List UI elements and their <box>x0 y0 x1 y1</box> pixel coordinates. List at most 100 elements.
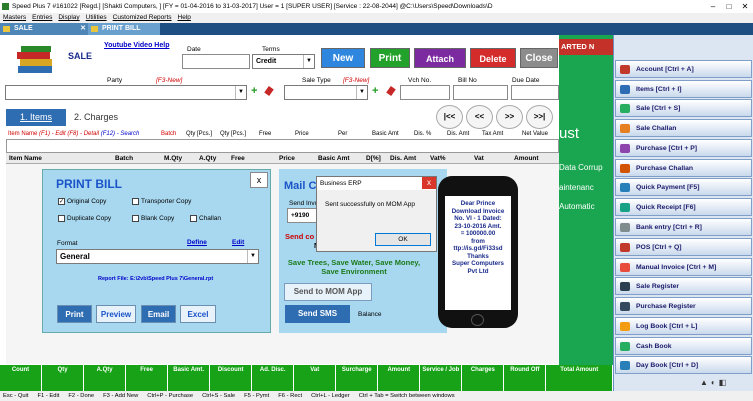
sidebar-item-purchase-challan[interactable]: Purchase Challan <box>615 159 752 177</box>
mobile-number-field[interactable]: +9190 <box>287 208 317 223</box>
last-record-button[interactable]: >>| <box>526 105 553 129</box>
add-sale-type-icon[interactable]: + <box>372 85 378 97</box>
tray-icons[interactable]: ▲◐◧ <box>700 378 729 387</box>
format-select[interactable]: General ▼ <box>56 249 259 264</box>
menu-masters[interactable]: Masters <box>3 13 26 23</box>
sidebar-item-purchase[interactable]: Purchase [Ctrl + P] <box>615 139 752 157</box>
delete-button[interactable]: Delete <box>470 48 516 68</box>
dialog-close-button[interactable]: x <box>422 177 436 189</box>
first-record-button[interactable]: |<< <box>436 105 463 129</box>
send-sms-button[interactable]: Send SMS <box>285 305 350 323</box>
send-co-label: Send co <box>285 232 315 241</box>
phone-screen: Dear Prince Download Invoice No. VI - 1 … <box>445 196 511 310</box>
tab-print-bill-label: PRINT BILL <box>102 25 141 32</box>
entry-free-label: Free <box>259 131 272 137</box>
sidebar-item-manual-invoice[interactable]: Manual Invoice [Ctrl + M] <box>615 258 752 276</box>
due-date-field[interactable] <box>511 85 559 100</box>
entry-dis-amt-label: Dis. Amt <box>447 131 470 137</box>
sidebar-label: Sale Register <box>636 283 680 290</box>
sidebar-label: Purchase Register <box>636 303 696 310</box>
close-button[interactable]: Close <box>520 48 558 68</box>
vch-no-field[interactable] <box>400 85 450 100</box>
transporter-copy-checkbox[interactable] <box>132 198 139 205</box>
cash-book-icon <box>620 342 630 351</box>
tab-sale[interactable]: SALE ✕ <box>0 23 88 35</box>
terms-label: Terms <box>262 46 280 53</box>
col-vat: Vat <box>474 155 484 162</box>
background-ad-panel: ARTED N ust Data Corrup aintenanc Automa… <box>559 35 613 365</box>
menu-display[interactable]: Display <box>58 13 79 23</box>
sidebar-item-quick-payment[interactable]: Quick Payment [F5] <box>615 178 752 196</box>
minimize-button[interactable]: – <box>705 0 721 13</box>
sidebar-item-pos[interactable]: POS [Ctrl + Q] <box>615 238 752 256</box>
challan-checkbox[interactable] <box>190 215 197 222</box>
item-entry-row[interactable] <box>6 139 559 153</box>
status-purchase: Ctrl+P - Purchase <box>147 393 194 399</box>
party-select[interactable]: ▼ <box>5 85 247 100</box>
preview-button[interactable]: Preview <box>96 305 136 323</box>
party-hint: [F3-New] <box>156 77 183 84</box>
attach-button[interactable]: Attach <box>414 48 466 68</box>
sidebar-item-day-book[interactable]: Day Book [Ctrl + D] <box>615 356 752 374</box>
sidebar-item-quick-receipt[interactable]: Quick Receipt [F6] <box>615 198 752 216</box>
tab-items[interactable]: 1. Items <box>6 109 66 126</box>
menu-utilities[interactable]: Utilities <box>86 13 107 23</box>
bill-no-field[interactable] <box>453 85 508 100</box>
sidebar-item-items[interactable]: Items [Ctrl + I] <box>615 80 752 98</box>
sms-line: Dear Prince <box>460 200 496 207</box>
sidebar-label: Log Book [Ctrl + L] <box>636 323 698 330</box>
previous-record-button[interactable]: << <box>466 105 493 129</box>
new-button[interactable]: New <box>321 48 365 68</box>
total-vat: Vat <box>294 365 337 391</box>
total-basic-amt: Basic Amt. <box>168 365 211 391</box>
tab-print-bill[interactable]: PRINT BILL <box>88 23 160 35</box>
original-copy-label: Original Copy <box>67 198 107 205</box>
menu-customized-reports[interactable]: Customized Reports <box>113 13 172 23</box>
sidebar-item-cash-book[interactable]: Cash Book <box>615 337 752 355</box>
menu-help[interactable]: Help <box>178 13 191 23</box>
email-button[interactable]: Email <box>141 305 176 323</box>
print-bill-close-button[interactable]: x <box>250 172 268 188</box>
original-copy-checkbox[interactable]: ✓ <box>58 198 65 205</box>
sidebar-label: Sale [Ctrl + S] <box>636 105 681 112</box>
blank-copy-checkbox[interactable] <box>132 215 139 222</box>
entry-tax-amt-label: Tax Amt <box>482 131 504 137</box>
entry-batch-label: Batch <box>161 131 177 137</box>
tab-charges[interactable]: 2. Charges <box>74 112 118 122</box>
sms-line: Thanks <box>467 252 489 260</box>
next-record-button[interactable]: >> <box>496 105 523 129</box>
sidebar-item-sale-register[interactable]: Sale Register <box>615 277 752 295</box>
menu-entries[interactable]: Entries <box>32 13 52 23</box>
maximize-button[interactable]: □ <box>721 0 737 13</box>
youtube-help-link[interactable]: Youtube Video Help <box>104 42 169 49</box>
sidebar-item-bank-entry[interactable]: Bank entry [Ctrl + R] <box>615 218 752 236</box>
dialog-ok-button[interactable]: OK <box>375 233 431 246</box>
send-to-mom-app-button[interactable]: Send to MOM App <box>284 283 372 301</box>
sms-line: Pvt Ltd <box>467 267 489 275</box>
edit-link[interactable]: Edit <box>232 239 244 246</box>
add-party-icon[interactable]: + <box>251 85 257 97</box>
excel-button[interactable]: Excel <box>180 305 216 323</box>
close-window-button[interactable]: ✕ <box>737 0 753 13</box>
sale-type-select[interactable]: ▼ <box>284 85 368 100</box>
print-bill-print-button[interactable]: Print <box>57 305 92 323</box>
vch-no-label: Vch No. <box>408 77 432 84</box>
sidebar-item-sale[interactable]: Sale [Ctrl + S] <box>615 99 752 117</box>
total-qty: Qty <box>42 365 85 391</box>
bill-no-label: Bill No <box>458 77 477 84</box>
sms-line: Super Computers <box>452 260 504 267</box>
sidebar-item-purchase-register[interactable]: Purchase Register <box>615 297 752 315</box>
sidebar-label: Bank entry [Ctrl + R] <box>636 224 702 231</box>
duplicate-copy-checkbox[interactable] <box>58 215 65 222</box>
status-edit: F1 - Edit <box>37 393 60 399</box>
entry-qty2-label: Qty [Pcs.] <box>220 131 247 137</box>
tab-close-icon[interactable]: ✕ <box>80 23 86 35</box>
window-controls: – □ ✕ <box>705 0 753 13</box>
sidebar-item-sale-challan[interactable]: Sale Challan <box>615 119 752 137</box>
date-field[interactable] <box>182 54 250 69</box>
define-link[interactable]: Define <box>187 239 207 246</box>
sidebar-item-log-book[interactable]: Log Book [Ctrl + L] <box>615 317 752 335</box>
print-button[interactable]: Print <box>370 48 410 68</box>
terms-select[interactable]: Credit ▼ <box>252 54 315 69</box>
sidebar-item-account[interactable]: Account [Ctrl + A] <box>615 60 752 78</box>
